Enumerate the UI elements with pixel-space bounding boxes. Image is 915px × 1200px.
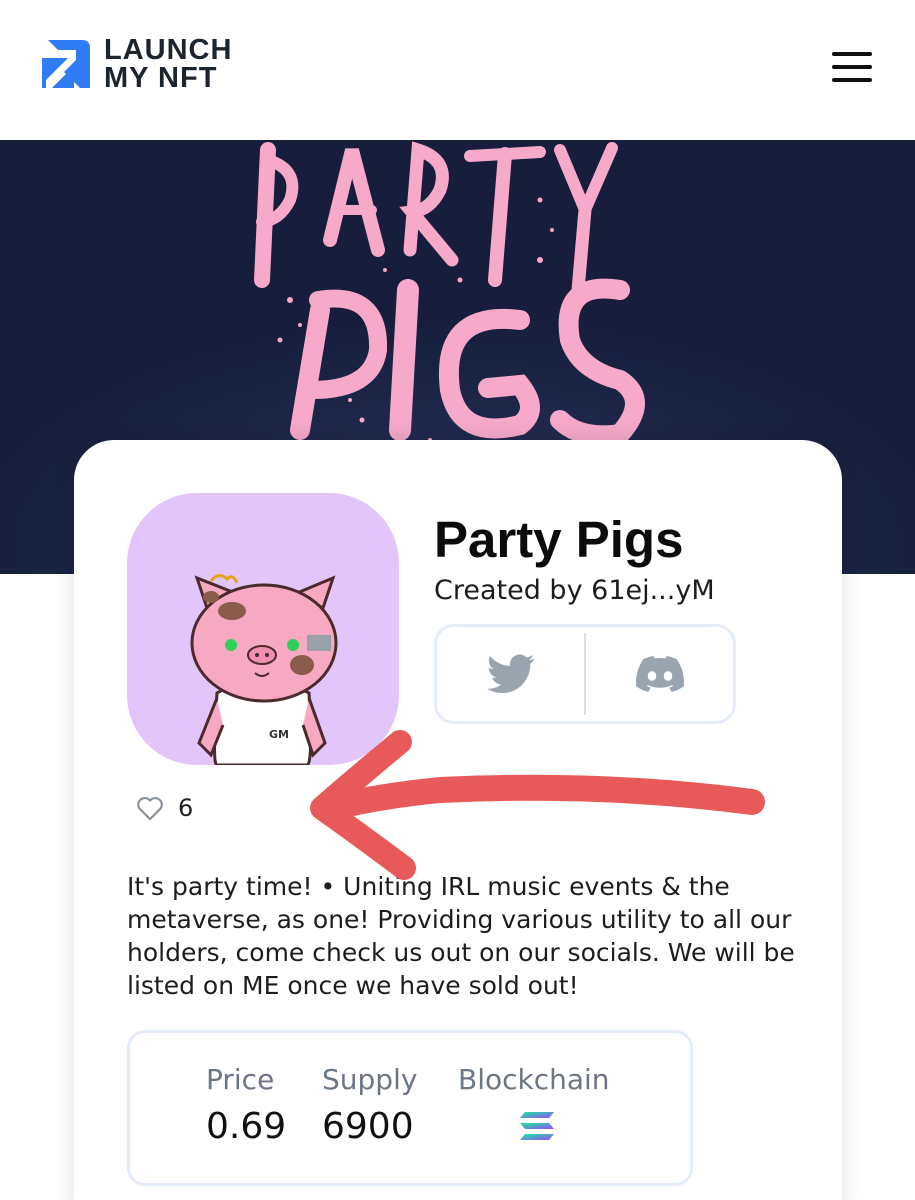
blockchain-label: Blockchain: [458, 1063, 610, 1096]
party-pig-avatar: GM: [190, 574, 338, 765]
page: LAUNCH MY NFT GM Party Pigs Created by 6…: [0, 0, 915, 1200]
blockchain-stat: Blockchain: [458, 1063, 610, 1146]
collection-title: Party Pigs: [434, 511, 684, 568]
top-navigation-bar: LAUNCH MY NFT: [0, 0, 915, 140]
solana-icon: [520, 1112, 554, 1140]
discord-icon: [635, 656, 684, 692]
heart-icon: [137, 797, 163, 821]
price-value: 0.69: [206, 1106, 287, 1147]
launch-my-nft-logo-icon: [42, 40, 90, 88]
logo-wordmark: LAUNCH MY NFT: [104, 34, 233, 94]
price-label: Price: [206, 1063, 275, 1096]
logo[interactable]: LAUNCH MY NFT: [38, 34, 233, 94]
logo-line-2: MY NFT: [104, 62, 218, 94]
creator-address[interactable]: Created by 61ej...yM: [434, 575, 715, 606]
svg-text:GM: GM: [269, 728, 289, 741]
collection-avatar: GM: [127, 493, 399, 765]
logo-line-1: LAUNCH: [104, 34, 233, 66]
like-button[interactable]: 6: [136, 794, 193, 822]
like-count: 6: [178, 794, 194, 822]
supply-value: 6900: [322, 1106, 414, 1147]
hamburger-menu-icon[interactable]: [832, 52, 876, 84]
discord-button[interactable]: [586, 627, 733, 721]
stats-panel: Price 0.69 Supply 6900 Blockchain: [127, 1030, 693, 1186]
twitter-icon: [486, 654, 534, 694]
twitter-button[interactable]: [437, 627, 584, 721]
supply-stat: Supply 6900: [322, 1063, 417, 1147]
collection-card: GM Party Pigs Created by 61ej...yM 6 It'…: [74, 440, 842, 1200]
social-links: [434, 624, 736, 724]
collection-description: It's party time! • Uniting IRL music eve…: [127, 872, 795, 1000]
supply-label: Supply: [322, 1063, 418, 1096]
price-stat: Price 0.69: [206, 1063, 286, 1147]
